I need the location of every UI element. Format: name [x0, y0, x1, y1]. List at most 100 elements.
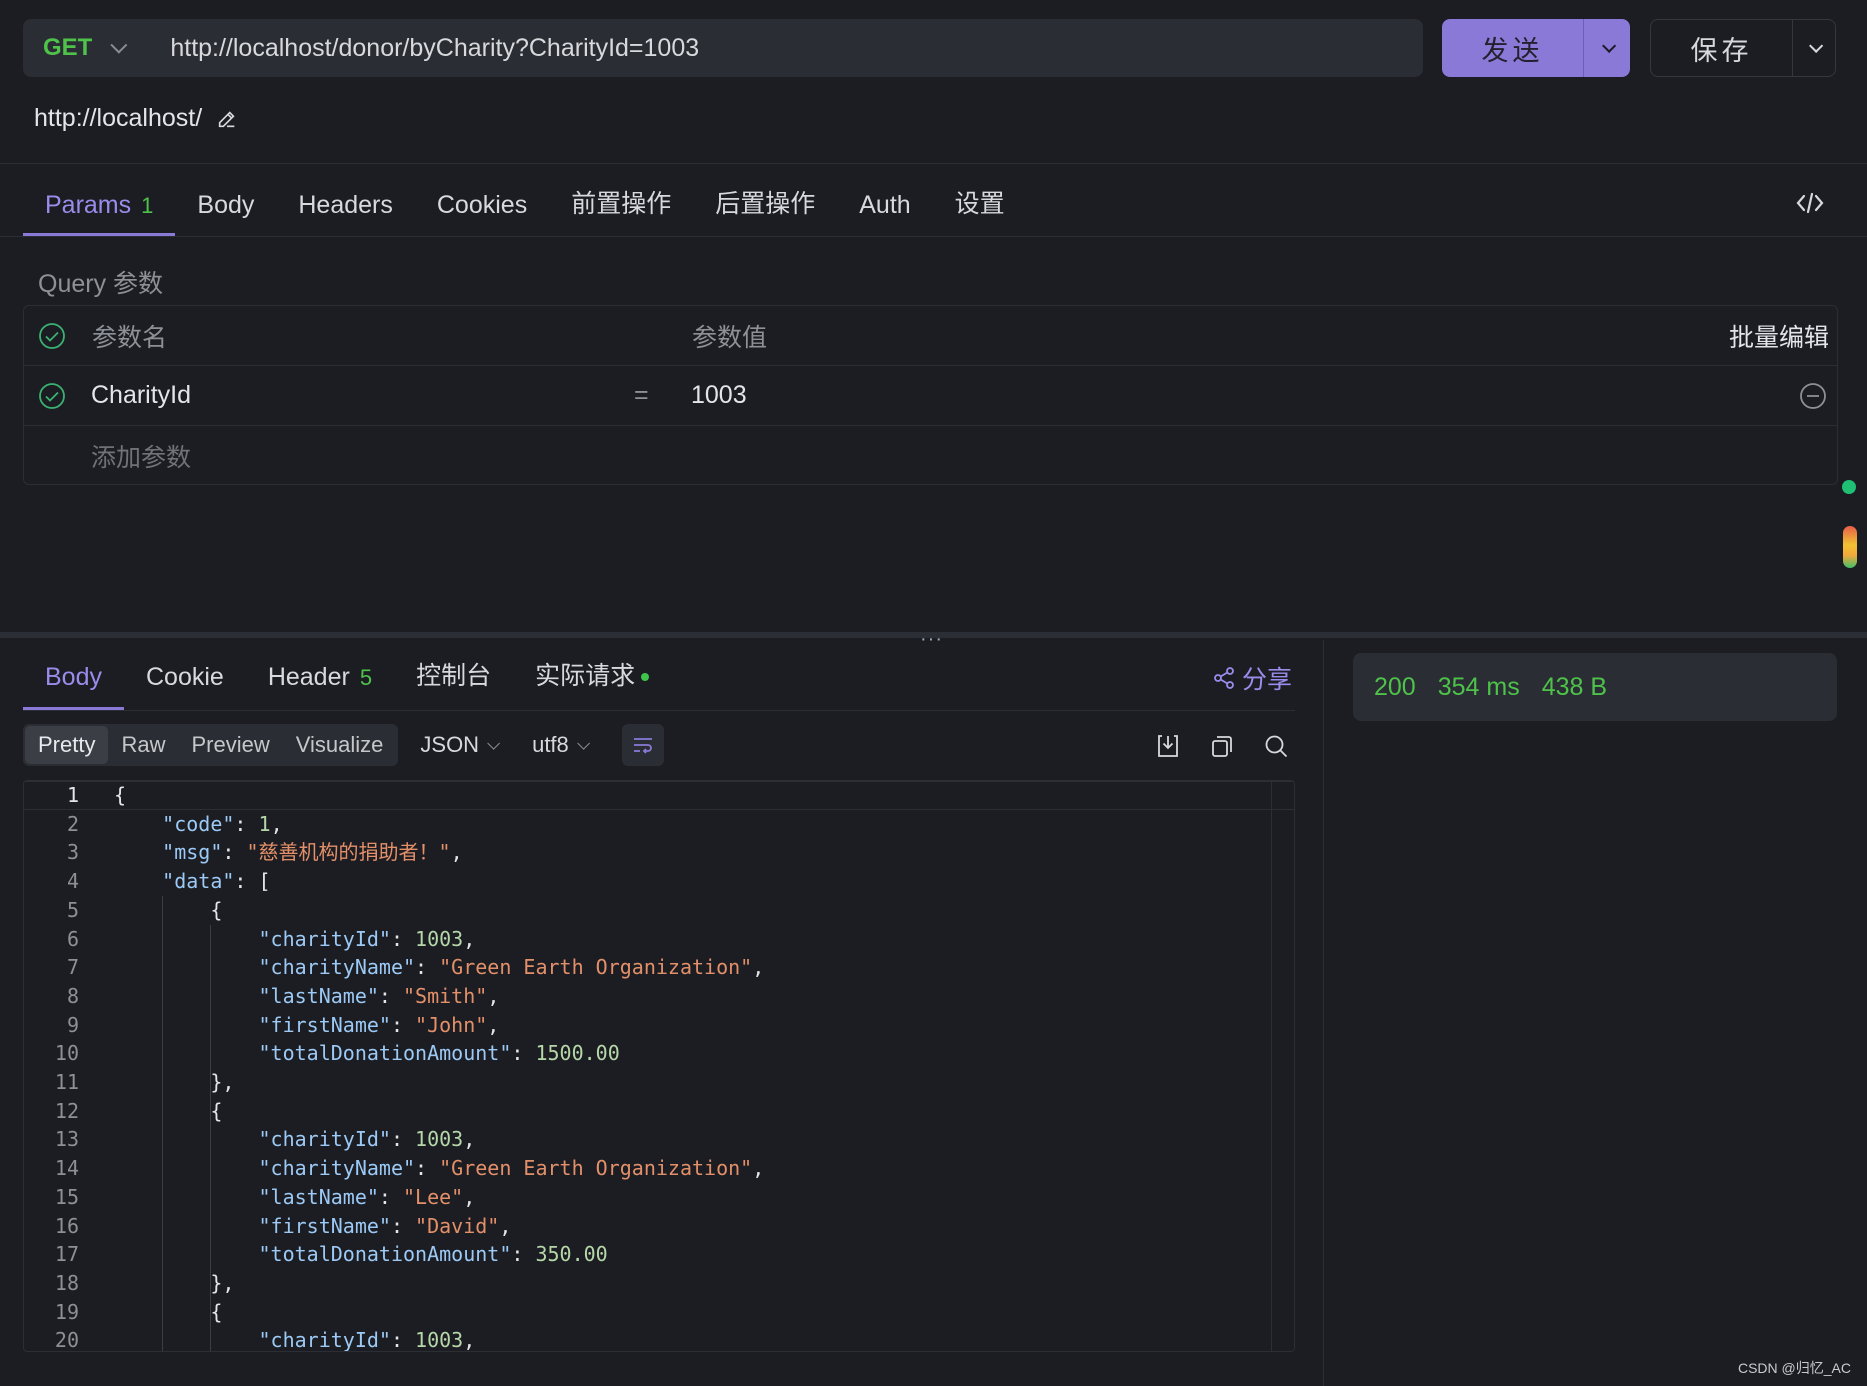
code-line: 15 "lastName": "Lee", — [24, 1183, 1294, 1212]
check-circle-icon[interactable] — [38, 322, 66, 350]
add-param-row: 添加参数 — [24, 426, 1837, 486]
code-text: }, — [114, 1270, 235, 1295]
line-number: 12 — [54, 1098, 79, 1123]
line-number: 19 — [54, 1299, 79, 1324]
add-param-input[interactable]: 添加参数 — [91, 438, 191, 474]
copy-icon[interactable] — [1208, 732, 1236, 760]
vertical-divider — [1323, 640, 1324, 1386]
code-line: 8 "lastName": "Smith", — [24, 982, 1294, 1011]
line-number: 7 — [66, 955, 79, 980]
code-line: 9 "firstName": "John", — [24, 1011, 1294, 1040]
tab-console[interactable]: 控制台 — [394, 656, 513, 710]
code-icon[interactable] — [1795, 190, 1825, 216]
code-text: { — [114, 783, 127, 807]
code-line: 4 "data": [ — [24, 867, 1294, 896]
mode-raw[interactable]: Raw — [108, 726, 178, 764]
code-text: "charityName": "Green Earth Organization… — [258, 955, 765, 980]
divider — [23, 710, 1295, 711]
search-icon[interactable] — [1262, 732, 1290, 760]
response-tabs: Body Cookie Header 5 控制台 实际请求 — [23, 652, 671, 710]
tab-label: Params — [45, 191, 132, 219]
line-number: 4 — [66, 869, 79, 894]
code-line: 2 "code": 1, — [24, 810, 1294, 839]
code-line: 7 "charityName": "Green Earth Organizati… — [24, 953, 1294, 982]
code-text: { — [114, 897, 223, 922]
chevron-down-icon — [577, 736, 590, 750]
mode-visualize[interactable]: Visualize — [283, 726, 397, 764]
save-options-button[interactable] — [1793, 20, 1835, 76]
tab-response-cookie[interactable]: Cookie — [124, 663, 246, 710]
download-icon[interactable] — [1154, 732, 1182, 760]
encoding-value: utf8 — [532, 732, 569, 757]
send-button[interactable]: 发送 — [1442, 19, 1584, 77]
tab-post-actions[interactable]: 后置操作 — [693, 184, 837, 236]
save-button[interactable]: 保存 — [1651, 20, 1793, 76]
live-dot-icon — [641, 673, 650, 682]
code-line: 14 "charityName": "Green Earth Organizat… — [24, 1154, 1294, 1183]
code-text: "firstName": "John", — [258, 1012, 500, 1037]
mode-pretty[interactable]: Pretty — [25, 726, 109, 764]
encoding-select[interactable]: utf8 — [532, 732, 590, 758]
drag-handle-icon[interactable]: ··· — [920, 628, 943, 651]
line-number: 8 — [66, 983, 79, 1008]
format-type-select[interactable]: JSON — [420, 732, 501, 758]
share-button[interactable]: 分享 — [1212, 660, 1292, 696]
tab-params[interactable]: Params 1 — [23, 191, 176, 236]
divider — [0, 236, 1867, 237]
param-name-input[interactable]: CharityId — [91, 381, 191, 410]
url-input[interactable]: http://localhost/donor/byCharity?Charity… — [170, 34, 699, 63]
response-size: 438 B — [1541, 672, 1608, 701]
mode-preview[interactable]: Preview — [178, 726, 282, 764]
line-number: 2 — [66, 811, 79, 836]
tab-body[interactable]: Body — [175, 191, 276, 236]
line-number: 1 — [66, 783, 79, 807]
code-line: 6 "charityId": 1003, — [24, 925, 1294, 954]
check-circle-icon[interactable] — [38, 382, 66, 410]
tab-settings[interactable]: 设置 — [933, 184, 1027, 236]
line-number: 13 — [54, 1127, 79, 1152]
tab-pre-actions[interactable]: 前置操作 — [549, 184, 693, 236]
share-icon — [1214, 667, 1234, 689]
bulk-edit-button[interactable]: 批量编辑 — [1729, 318, 1829, 354]
code-line: 19 { — [24, 1298, 1294, 1327]
tab-actual-request[interactable]: 实际请求 — [513, 656, 671, 710]
code-line: 13 "charityId": 1003, — [24, 1125, 1294, 1154]
tab-cookies[interactable]: Cookies — [415, 191, 549, 236]
code-line: 17 "totalDonationAmount": 350.00 — [24, 1240, 1294, 1269]
response-body-editor[interactable]: 1{2 "code": 1, 3 "msg": "慈善机构的捐助者！", 4 "da… — [23, 780, 1295, 1352]
code-line: 1{ — [24, 781, 1294, 810]
code-text: "code": 1, — [162, 811, 283, 836]
method-select[interactable]: GET — [43, 34, 92, 62]
status-code: 200 — [1374, 672, 1416, 701]
tab-response-header[interactable]: Header 5 — [246, 663, 394, 710]
code-text: }, — [114, 1070, 235, 1094]
base-url-text: http://localhost/ — [34, 104, 203, 132]
tab-auth[interactable]: Auth — [837, 191, 932, 236]
send-button-group: 发送 — [1442, 19, 1630, 77]
chevron-down-icon[interactable] — [110, 36, 128, 54]
status-indicator-dot — [1842, 480, 1856, 494]
code-line: 16 "firstName": "David", — [24, 1212, 1294, 1241]
word-wrap-button[interactable] — [621, 724, 664, 766]
wrap-icon — [633, 738, 652, 754]
code-text: "lastName": "Smith", — [258, 983, 500, 1008]
view-mode-segmented: Pretty Raw Preview Visualize — [23, 724, 399, 766]
send-options-button[interactable] — [1584, 19, 1630, 77]
param-value-input[interactable]: 1003 — [691, 381, 747, 410]
chevron-down-icon — [1602, 38, 1617, 53]
tab-headers[interactable]: Headers — [276, 191, 415, 236]
param-name-header: 参数名 — [92, 323, 168, 352]
remove-param-icon[interactable] — [1799, 382, 1827, 410]
code-text: "totalDonationAmount": 1500.00 — [258, 1041, 620, 1066]
pencil-icon[interactable] — [216, 108, 238, 130]
code-text: "charityName": "Green Earth Organization… — [258, 1156, 765, 1181]
param-value-header: 参数值 — [692, 323, 768, 352]
chevron-down-icon — [1809, 38, 1824, 53]
code-line: 5 { — [24, 896, 1294, 925]
tab-label: 实际请求 — [535, 662, 636, 690]
code-line: 10 "totalDonationAmount": 1500.00 — [24, 1039, 1294, 1068]
indent-guide — [162, 895, 164, 1351]
header-count-badge: 5 — [359, 665, 373, 690]
tab-response-body[interactable]: Body — [23, 663, 124, 710]
line-number: 14 — [54, 1156, 79, 1181]
